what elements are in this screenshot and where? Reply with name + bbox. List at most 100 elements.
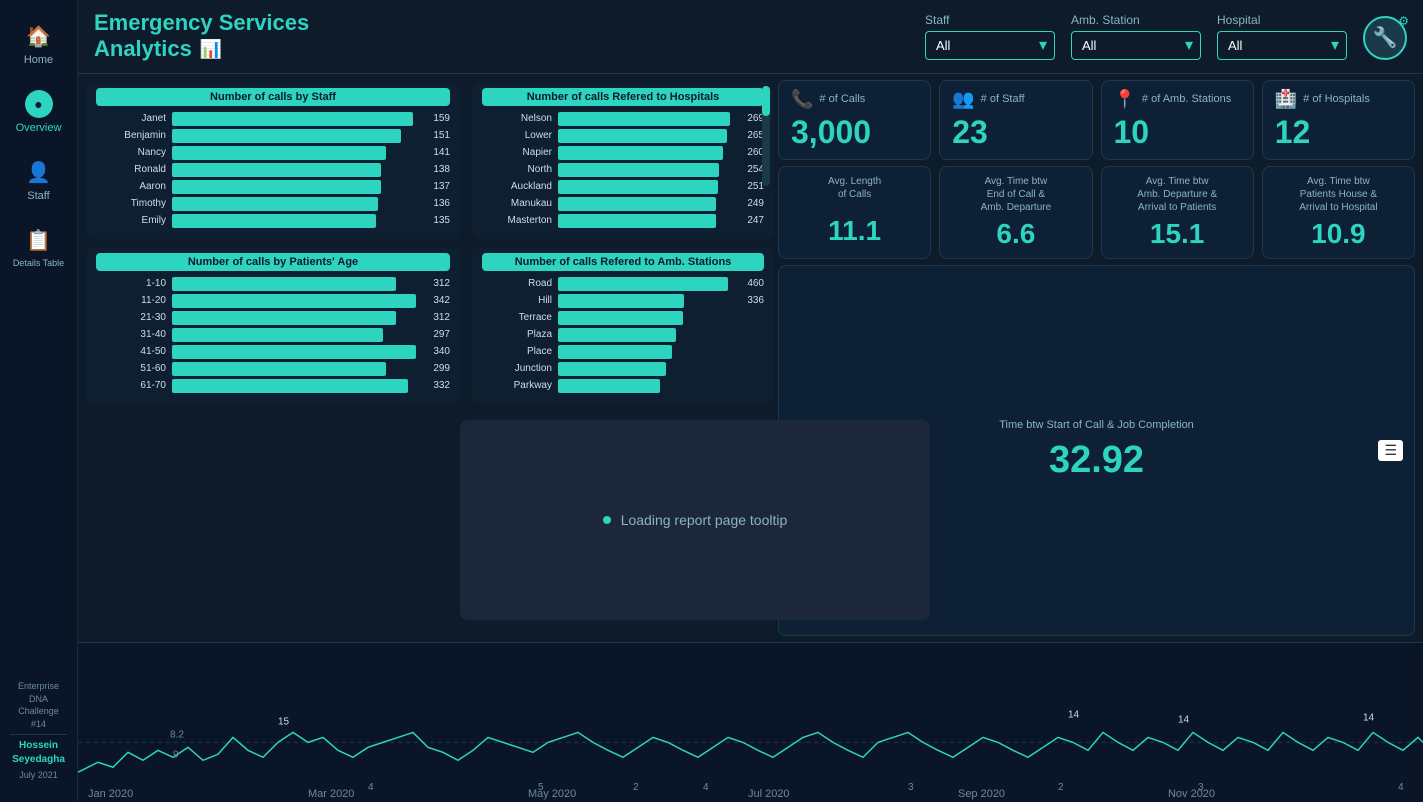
bar-label: 31-40 bbox=[96, 329, 166, 340]
kpi-title-hospitals: # of Hospitals bbox=[1303, 93, 1370, 105]
bar-row-nancy: Nancy 141 bbox=[96, 146, 450, 160]
bar-label: Aaron bbox=[96, 181, 166, 192]
hospital-select[interactable]: All bbox=[1217, 31, 1347, 60]
bar-container bbox=[172, 163, 423, 177]
bar-label: Napier bbox=[482, 147, 552, 158]
kpi-value-amb: 10 bbox=[1114, 114, 1241, 151]
bar-container bbox=[558, 277, 737, 291]
menu-button[interactable]: ☰ bbox=[1378, 440, 1403, 461]
header: Emergency Services Analytics 📊 Staff All… bbox=[78, 0, 1423, 74]
scrollbar[interactable] bbox=[762, 86, 770, 186]
avg-card-end-amb: Avg. Time btwEnd of Call &Amb. Departure… bbox=[939, 166, 1092, 259]
bar-value: 332 bbox=[433, 380, 450, 391]
svg-text:3: 3 bbox=[908, 782, 914, 793]
bar-row-benjamin: Benjamin 151 bbox=[96, 129, 450, 143]
bar-row-janet: Janet 159 bbox=[96, 112, 450, 126]
bar-container bbox=[558, 311, 754, 325]
staff-select[interactable]: All bbox=[925, 31, 1055, 60]
svg-text:Nov 2020: Nov 2020 bbox=[1168, 788, 1215, 800]
bar-row-41-50: 41-50 340 bbox=[96, 345, 450, 359]
sidebar-item-overview[interactable]: ● Overview bbox=[0, 78, 77, 146]
bar-value: 336 bbox=[747, 295, 764, 306]
avg-card-house-hospital: Avg. Time btwPatients House &Arrival to … bbox=[1262, 166, 1415, 259]
chart-icon: 📊 bbox=[200, 39, 222, 61]
kpi-row: 📞 # of Calls 3,000 👥 # of Staff 23 📍 bbox=[778, 80, 1415, 160]
overview-icon: ● bbox=[25, 90, 53, 118]
svg-text:15: 15 bbox=[278, 717, 290, 728]
hospital-filter-label: Hospital bbox=[1217, 13, 1347, 27]
kpi-value-hospitals: 12 bbox=[1275, 114, 1402, 151]
bar-row-51-60: 51-60 299 bbox=[96, 362, 450, 376]
avg-card-value-amb-arrival: 15.1 bbox=[1150, 218, 1205, 250]
bar-row-1-10: 1-10 312 bbox=[96, 277, 450, 291]
kpi-card-staff: 👥 # of Staff 23 bbox=[939, 80, 1092, 160]
bar-row-61-70: 61-70 332 bbox=[96, 379, 450, 393]
staff-icon: 👤 bbox=[25, 158, 53, 186]
kpi-header-calls: 📞 # of Calls bbox=[791, 89, 918, 110]
header-filters: Staff All Amb. Station All Hospital bbox=[925, 13, 1407, 60]
sidebar-item-overview-label: Overview bbox=[16, 122, 62, 134]
amb-station-filter-label: Amb. Station bbox=[1071, 13, 1201, 27]
filter-hospital: Hospital All bbox=[1217, 13, 1347, 60]
bar-value: 135 bbox=[433, 215, 450, 226]
bar-container bbox=[172, 379, 423, 393]
bar-value: 247 bbox=[747, 215, 764, 226]
bar-row-north: North 254 bbox=[482, 163, 764, 177]
amb-station-select[interactable]: All bbox=[1071, 31, 1201, 60]
bar-container bbox=[172, 129, 423, 143]
bar-label: 11-20 bbox=[96, 295, 166, 306]
bar-container bbox=[558, 146, 737, 160]
bar-label: North bbox=[482, 164, 552, 175]
bar-label: Manukau bbox=[482, 198, 552, 209]
calls-by-staff-card: Number of calls by Staff Janet 159 Benja… bbox=[86, 82, 460, 239]
calls-by-hospital-title: Number of calls Refered to Hospitals bbox=[482, 88, 764, 106]
loading-text: Loading report page tooltip bbox=[621, 512, 788, 528]
calls-by-age-bars: 1-10 312 11-20 342 21-30 312 bbox=[96, 277, 450, 393]
sidebar-item-home[interactable]: 🏠 Home bbox=[0, 10, 77, 78]
kpi-card-amb: 📍 # of Amb. Stations 10 bbox=[1101, 80, 1254, 160]
bar-label: 61-70 bbox=[96, 380, 166, 391]
bar-label: Masterton bbox=[482, 215, 552, 226]
avatar-icon: 🔧 bbox=[1373, 25, 1398, 50]
bar-container bbox=[558, 214, 737, 228]
calls-by-staff-bars: Janet 159 Benjamin 151 Nancy 141 bbox=[96, 112, 450, 228]
bar-value: 340 bbox=[433, 346, 450, 357]
bar-container bbox=[558, 294, 737, 308]
svg-text:4: 4 bbox=[703, 782, 709, 793]
calls-by-age-title: Number of calls by Patients' Age bbox=[96, 253, 450, 271]
avg-time-job-value: 32.92 bbox=[1049, 439, 1144, 482]
bar-label: Hill bbox=[482, 295, 552, 306]
bar-row-road: Road 460 bbox=[482, 277, 764, 291]
bar-container bbox=[172, 328, 423, 342]
bar-row-manukau: Manukau 249 bbox=[482, 197, 764, 211]
bar-label: Nelson bbox=[482, 113, 552, 124]
bar-label: Ronald bbox=[96, 164, 166, 175]
kpi-card-calls: 📞 # of Calls 3,000 bbox=[778, 80, 931, 160]
avg-card-title-end-amb: Avg. Time btwEnd of Call &Amb. Departure bbox=[981, 175, 1052, 214]
home-icon: 🏠 bbox=[25, 22, 53, 50]
sidebar-item-staff[interactable]: 👤 Staff bbox=[0, 146, 77, 214]
bar-value: 138 bbox=[433, 164, 450, 175]
staff-filter-label: Staff bbox=[925, 13, 1055, 27]
left-panel: Number of calls by Staff Janet 159 Benja… bbox=[78, 74, 468, 642]
bar-row-timothy: Timothy 136 bbox=[96, 197, 450, 211]
svg-text:May 2020: May 2020 bbox=[528, 788, 576, 800]
svg-text:Sep 2020: Sep 2020 bbox=[958, 788, 1005, 800]
calls-by-station-bars: Road 460 Hill 336 Terrace bbox=[482, 277, 764, 393]
avg-row: Avg. Lengthof Calls 11.1 Avg. Time btwEn… bbox=[778, 166, 1415, 259]
staff-select-wrapper: All bbox=[925, 31, 1055, 60]
user-avatar[interactable]: 🔧 bbox=[1363, 16, 1407, 60]
avg-card-title-amb-arrival: Avg. Time btwAmb. Departure &Arrival to … bbox=[1137, 175, 1217, 214]
kpi-value-staff: 23 bbox=[952, 114, 1079, 151]
sidebar-item-details[interactable]: 📋 Details Table bbox=[0, 214, 77, 280]
bar-container bbox=[558, 163, 737, 177]
bar-container bbox=[558, 328, 754, 342]
bar-value: 137 bbox=[433, 181, 450, 192]
svg-text:9: 9 bbox=[173, 749, 179, 760]
bar-label: Lower bbox=[482, 130, 552, 141]
svg-text:8.2: 8.2 bbox=[170, 729, 184, 740]
calls-by-staff-title: Number of calls by Staff bbox=[96, 88, 450, 106]
svg-text:2: 2 bbox=[1058, 782, 1064, 793]
sidebar-item-details-label: Details Table bbox=[13, 258, 64, 268]
bar-value: 297 bbox=[433, 329, 450, 340]
